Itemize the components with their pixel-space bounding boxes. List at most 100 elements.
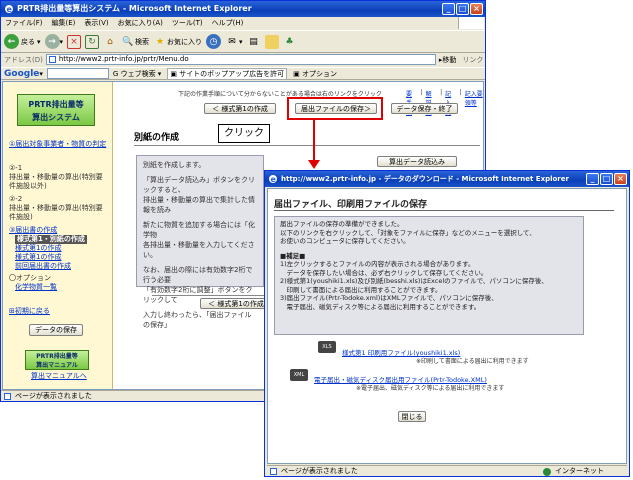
minimize-button[interactable]: _ (442, 3, 455, 15)
save-and-exit-button[interactable]: データ保存・終了 (391, 103, 458, 114)
callout-arrow-head (308, 160, 320, 169)
popup-allow-button[interactable]: ▣ サイトのポップアップ広告を許可 (167, 67, 288, 80)
sidebar-item-options: 〇オプション (9, 274, 51, 282)
click-callout: クリック (218, 124, 270, 143)
menu-view[interactable]: 表示(V) (84, 17, 108, 29)
popup-status-text: ページが表示されました (281, 467, 358, 475)
menu-edit[interactable]: 編集(E) (52, 17, 76, 29)
forward-button[interactable]: → ▾ (44, 34, 63, 49)
sidebar-item-reset[interactable]: ⊞初期に戻る (9, 307, 50, 316)
highlight-box (287, 97, 383, 120)
manual-logo-line2: 算出マニュアル (36, 362, 78, 369)
prev-step-button[interactable]: ＜ 様式第1の作成 (204, 103, 276, 114)
folder-button[interactable] (264, 34, 279, 49)
logo-line2: 算出システム (32, 113, 80, 122)
back-label: 戻る (21, 37, 35, 46)
load-calc-data-button[interactable]: 算出データ読込み (377, 156, 457, 167)
section-title: 別紙の作成 (134, 133, 180, 143)
popup-info-line: 2)様式第1(youshiki1.xls)及び別紙(besshi.xls)はEx… (280, 277, 548, 285)
xml-note: ※電子届出、磁気ディスク等による届出に利用できます (356, 385, 505, 392)
popup-status-bar: ページが表示されました インターネット (267, 465, 627, 476)
google-options-button[interactable]: ▣ オプション (293, 69, 337, 79)
popup-info-line: 1)左クリックするとファイルの内容が表示される場合があります。 (280, 260, 475, 268)
save-data-button[interactable]: データの保存 (29, 324, 83, 336)
history-button[interactable]: ◷ (206, 34, 222, 49)
popup-info-line: 電子届出、磁気ディスク等による届出に利用することができます。 (280, 302, 481, 311)
print-icon: ▤ (249, 36, 258, 47)
menu-file[interactable]: ファイル(F) (5, 17, 43, 29)
windows-logo-icon (458, 17, 484, 29)
sidebar-subitem-besshi[interactable]: 様式第1・別紙の作成 (15, 235, 87, 244)
manual-link[interactable]: 算出マニュアルへ (31, 372, 87, 381)
address-value: http://www2.prtr-info.jp/prtr/Menu.do (58, 55, 189, 63)
back-button[interactable]: ← 戻る ▾ (4, 34, 41, 49)
logo-line1: PRTR排出量等 (28, 100, 84, 109)
manual-logo[interactable]: PRTR排出量等 算出マニュアル (25, 350, 89, 370)
instr-line5: 入力し終わったら、「届出ファイルの保存」 (143, 311, 252, 329)
sidebar-item-calc-normal-text: 排出量・移動量の算出(特別要件施設以外) (9, 173, 103, 190)
popup-maximize-button[interactable]: □ (600, 173, 613, 185)
search-button[interactable]: 🔍 検索 (121, 35, 149, 49)
popup-info-line: 以下のリンクを右クリックして、「対象をファイルに保存」などのメニューを選択して、 (280, 228, 536, 237)
section-divider (134, 145, 480, 146)
close-button[interactable]: × (470, 3, 483, 15)
folder-icon (264, 34, 279, 49)
favorites-label: お気に入り (167, 37, 203, 46)
popup-window-title: http://www2.prtr-info.jp - データのダウンロード - … (281, 175, 569, 183)
menu-favorites[interactable]: お気に入り(A) (118, 17, 163, 29)
internet-zone-icon (543, 468, 551, 476)
links-label[interactable]: リンク (462, 55, 483, 65)
address-label: アドレス(D) (4, 55, 43, 64)
xls-file-icon: XLS (318, 341, 336, 353)
popup-info-box: 届出ファイルの保存の準備ができました。 以下のリンクを右クリックして、「対象をフ… (274, 216, 584, 335)
messenger-button[interactable]: ♣ (283, 35, 297, 49)
go-label: 移動 (442, 55, 457, 64)
sidebar-item-calc-normal[interactable]: ②-1 排出量・移動量の算出(特別要件施設以外) (9, 164, 109, 191)
popup-info-line: 3)届出ファイル(Prtr-Todoke.xml)はXMLファイルで、パソコンに… (280, 294, 498, 302)
sidebar-subitem-youshiki1-b[interactable]: 様式第1の作成 (9, 253, 109, 262)
sidebar-item-calc-special-text: 排出量・移動量の算出(特別要件施設) (9, 204, 103, 221)
ie-icon: e (4, 4, 14, 14)
instr-line2: 「算出データ読込み」ボタンをクリックすると、 (143, 176, 255, 194)
stop-button[interactable]: × (67, 34, 82, 49)
sidebar-subitem-chemicals[interactable]: 化学物質一覧 (9, 283, 109, 292)
star-icon: ★ (155, 36, 165, 47)
go-button[interactable]: ▸移動 (439, 55, 457, 65)
google-search-input[interactable] (46, 68, 109, 79)
popup-close-page-button[interactable]: 閉じる (398, 411, 426, 422)
address-bar: アドレス(D) http://www2.prtr-info.jp/prtr/Me… (1, 53, 485, 66)
youshiki1-note: ※印刷して書面による届出に利用できます (416, 358, 529, 365)
bottom-prev-step-button[interactable]: ＜ 様式第1の作成 (200, 298, 272, 309)
address-input[interactable]: http://www2.prtr-info.jp/prtr/Menu.do (45, 54, 436, 65)
menu-tools[interactable]: ツール(T) (172, 17, 203, 29)
menu-bar: ファイル(F) 編集(E) 表示(V) お気に入り(A) ツール(T) ヘルプ(… (1, 17, 485, 29)
popup-info-line: お使いのコンピュータに保存してください。 (280, 237, 410, 245)
menu-help[interactable]: ヘルプ(H) (212, 17, 244, 29)
refresh-button[interactable]: ↻ (85, 34, 100, 49)
popup-minimize-button[interactable]: _ (586, 173, 599, 185)
sidebar-subitem-youshiki1[interactable]: 様式第1の作成 (9, 244, 109, 253)
maximize-button[interactable]: □ (456, 3, 469, 15)
sidebar-item-calc-special[interactable]: ②-2 排出量・移動量の算出(特別要件施設) (9, 195, 109, 222)
print-button[interactable]: ▤ (247, 35, 261, 49)
sidebar-item-create-report[interactable]: ③届出書の作成 (9, 226, 109, 235)
mail-button[interactable]: ✉ ▾ (225, 35, 242, 49)
google-web-search-button[interactable]: G ウェブ検索 ▾ (113, 69, 161, 79)
popup-divider (274, 210, 614, 211)
sidebar-item-judgement[interactable]: ①届出対象事業者・物質の判定 (9, 140, 106, 148)
toolbar: ← 戻る ▾ → ▾ × ↻ ⌂ 🔍 検索 ★ お気に入り ◷ ✉ ▾ ▤ ♣ (1, 30, 485, 53)
popup-title-bar[interactable]: e http://www2.prtr-info.jp - データのダウンロード … (265, 171, 629, 187)
sidebar-subitem-previous[interactable]: 前回届出書の作成 (9, 262, 109, 271)
favorites-button[interactable]: ★ お気に入り (153, 35, 202, 49)
popup-close-button[interactable]: × (614, 173, 627, 185)
svg-text:e: e (271, 175, 277, 184)
main-title-bar[interactable]: e PRTR排出量等算出システム - Microsoft Internet Ex… (1, 1, 485, 17)
home-icon: ⌂ (107, 36, 113, 47)
google-logo[interactable]: Google (4, 69, 39, 79)
manual-logo-line1: PRTR排出量等 (36, 353, 78, 360)
prtr-logo[interactable]: PRTR排出量等 算出システム (17, 94, 95, 126)
instr-line4: なお、届出の際には有効数字2桁で行う必要 (143, 266, 253, 284)
sidebar: PRTR排出量等 算出システム ①届出対象事業者・物質の判定 ②-1 排出量・移… (3, 82, 113, 389)
home-button[interactable]: ⌂ (103, 35, 117, 49)
help-link-guide[interactable]: 記入要領等 (465, 89, 483, 116)
